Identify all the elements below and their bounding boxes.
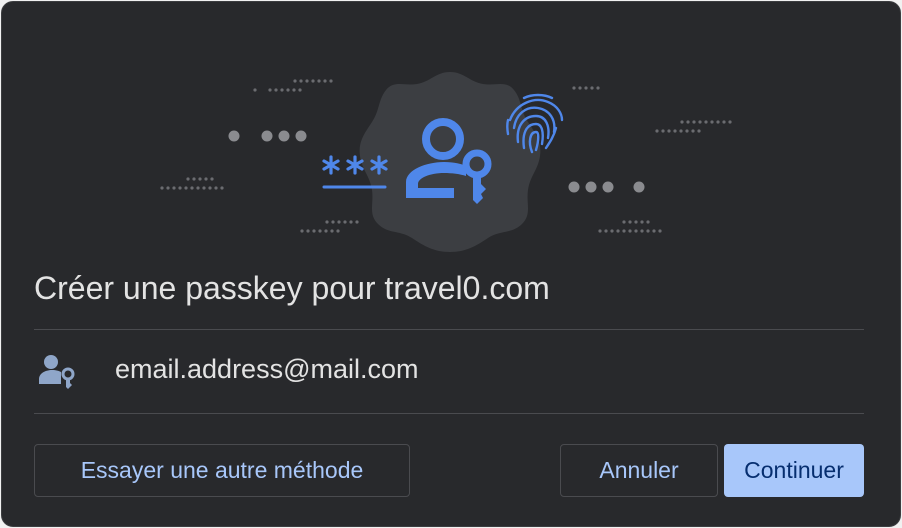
passkey-illustration [160, 72, 732, 252]
dialog-title: Créer une passkey pour travel0.com [34, 270, 550, 306]
person-key-icon [39, 355, 75, 389]
continue-button[interactable]: Continuer [724, 444, 864, 497]
try-another-method-button[interactable]: Essayer une autre méthode [34, 444, 410, 497]
passkey-dialog: Créer une passkey pour travel0.com email… [1, 1, 901, 527]
account-email: email.address@mail.com [115, 354, 419, 384]
divider [34, 413, 864, 414]
cancel-button[interactable]: Annuler [560, 444, 718, 497]
account-row: email.address@mail.com [34, 330, 864, 413]
